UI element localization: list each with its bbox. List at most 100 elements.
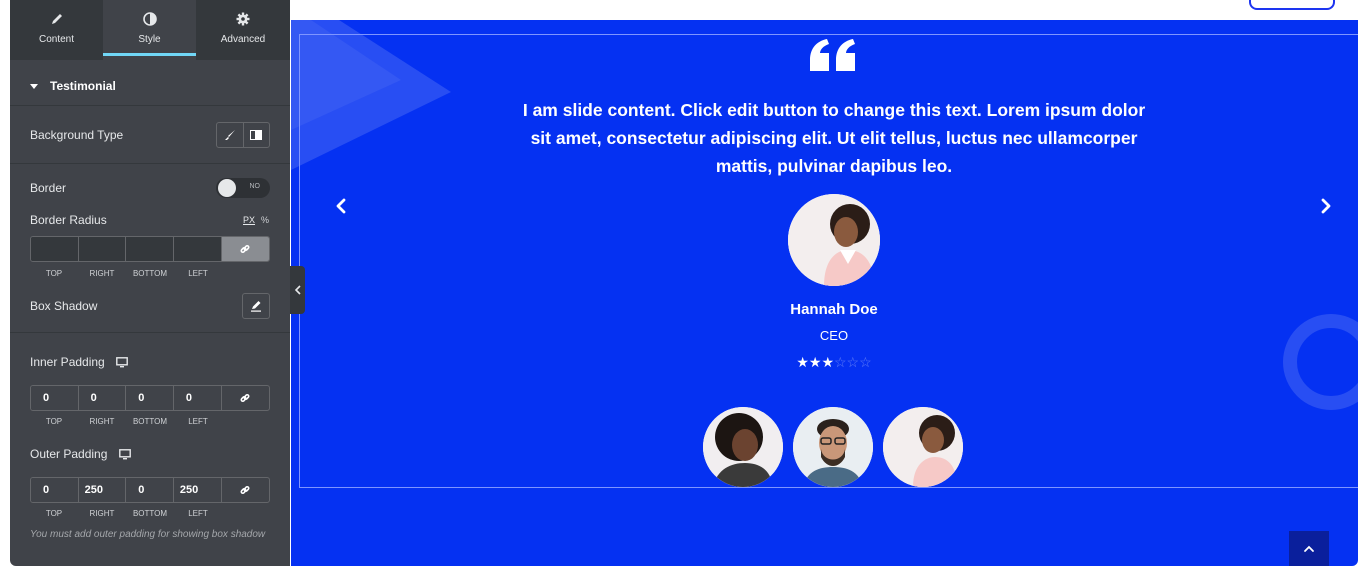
dim-label-top: TOP bbox=[45, 417, 63, 426]
desktop-icon[interactable] bbox=[118, 449, 131, 460]
scroll-to-top-button[interactable] bbox=[1289, 531, 1329, 566]
inner-padding-fields: 0 0 0 0 bbox=[30, 385, 270, 411]
inner-padding-right-input[interactable]: 0 bbox=[78, 386, 127, 410]
tab-separator bbox=[10, 60, 290, 68]
unit-percent[interactable]: % bbox=[261, 215, 269, 225]
border-radius-left-input[interactable] bbox=[173, 237, 222, 261]
thumbnail-photo bbox=[793, 407, 873, 487]
next-slide-button[interactable] bbox=[1316, 196, 1336, 216]
toggle-text: NO bbox=[249, 183, 261, 190]
dim-label-top: TOP bbox=[45, 269, 63, 278]
link-icon bbox=[240, 393, 250, 403]
pencil-icon bbox=[51, 14, 62, 24]
chevron-left-icon bbox=[294, 285, 301, 295]
border-radius-top-input[interactable] bbox=[31, 237, 79, 261]
prev-slide-button[interactable] bbox=[331, 196, 351, 216]
toggle-knob bbox=[218, 179, 236, 197]
outer-padding-label: Outer Padding bbox=[30, 447, 131, 461]
border-radius-label: Border Radius bbox=[30, 213, 107, 227]
tab-content[interactable]: Content bbox=[10, 0, 103, 60]
background-type-choices bbox=[216, 122, 270, 148]
divider bbox=[10, 332, 290, 333]
outer-padding-note: You must add outer padding for showing b… bbox=[30, 529, 266, 540]
background-type-label: Background Type bbox=[30, 128, 124, 142]
half-circle-icon bbox=[142, 12, 157, 26]
panel-collapse-button[interactable] bbox=[290, 266, 305, 314]
dim-label-left: LEFT bbox=[188, 417, 208, 426]
background-classic-button[interactable] bbox=[217, 123, 243, 147]
dim-label-left: LEFT bbox=[188, 509, 208, 518]
tab-advanced-label: Advanced bbox=[220, 34, 266, 45]
section-toggle-testimonial[interactable]: Testimonial bbox=[10, 68, 290, 106]
dim-label-bottom: BOTTOM bbox=[132, 269, 168, 278]
dim-label-bottom: BOTTOM bbox=[132, 417, 168, 426]
chevron-right-icon bbox=[1321, 198, 1331, 214]
author-name: Hannah Doe bbox=[790, 301, 878, 318]
border-label: Border bbox=[30, 181, 67, 195]
unit-px[interactable]: PX bbox=[243, 215, 255, 225]
dim-label-bottom: BOTTOM bbox=[132, 509, 168, 518]
thumbnail-1[interactable] bbox=[703, 407, 783, 487]
thumbnail-photo bbox=[883, 407, 963, 487]
link-icon bbox=[240, 485, 250, 495]
gear-icon bbox=[236, 12, 250, 26]
thumbnail-photo bbox=[703, 407, 783, 487]
tab-style-label: Style bbox=[138, 34, 161, 45]
thumbnail-2[interactable] bbox=[793, 407, 873, 487]
avatar-photo bbox=[788, 194, 880, 286]
header-button-outline[interactable] bbox=[1249, 0, 1335, 10]
outer-padding-text: Outer Padding bbox=[30, 447, 108, 461]
inner-padding-label: Inner Padding bbox=[30, 355, 128, 369]
link-icon bbox=[240, 244, 250, 254]
link-values-button[interactable] bbox=[222, 478, 270, 502]
thumbnail-nav bbox=[703, 407, 965, 487]
outer-padding-right-input[interactable]: 250 bbox=[78, 478, 127, 502]
divider bbox=[10, 163, 290, 164]
dim-label-right: RIGHT bbox=[89, 269, 115, 278]
border-radius-right-input[interactable] bbox=[78, 237, 127, 261]
border-radius-dim-labels: TOP RIGHT BOTTOM LEFT bbox=[30, 269, 222, 278]
tab-advanced[interactable]: Advanced bbox=[196, 0, 290, 60]
background-gradient-button[interactable] bbox=[242, 123, 270, 147]
preview-area: I am slide content. Click edit button to… bbox=[291, 0, 1368, 576]
stars-filled: ★★★ bbox=[796, 354, 834, 370]
tab-style[interactable]: Style bbox=[103, 0, 196, 60]
caret-down-icon bbox=[30, 84, 38, 89]
testimonial-slider: I am slide content. Click edit button to… bbox=[291, 20, 1358, 566]
outer-padding-top-input[interactable]: 0 bbox=[31, 478, 79, 502]
border-radius-bottom-input[interactable] bbox=[126, 237, 174, 261]
box-shadow-edit-button[interactable] bbox=[242, 293, 270, 319]
testimonial-content: I am slide content. Click edit button to… bbox=[522, 100, 1146, 176]
dim-label-right: RIGHT bbox=[89, 509, 115, 518]
dim-label-left: LEFT bbox=[188, 269, 208, 278]
thumbnail-3[interactable] bbox=[883, 407, 963, 487]
inner-padding-dim-labels: TOP RIGHT BOTTOM LEFT bbox=[30, 417, 222, 426]
stars-empty: ☆☆☆ bbox=[834, 354, 872, 370]
outer-padding-bottom-input[interactable]: 0 bbox=[126, 478, 174, 502]
active-tab-indicator bbox=[103, 53, 196, 56]
inner-padding-bottom-input[interactable]: 0 bbox=[126, 386, 174, 410]
avatar bbox=[788, 194, 880, 286]
chevron-up-icon bbox=[1304, 545, 1314, 552]
link-values-button[interactable] bbox=[221, 237, 269, 261]
author-role: CEO bbox=[819, 328, 849, 343]
dim-label-right: RIGHT bbox=[89, 417, 115, 426]
link-values-button[interactable] bbox=[222, 386, 269, 410]
outer-padding-fields: 0 250 0 250 bbox=[30, 477, 270, 503]
preview-top-bar bbox=[291, 0, 1368, 20]
brush-icon bbox=[224, 130, 235, 140]
chevron-left-icon bbox=[336, 198, 346, 214]
inner-padding-text: Inner Padding bbox=[30, 355, 105, 369]
outer-padding-dim-labels: TOP RIGHT BOTTOM LEFT bbox=[30, 509, 222, 518]
quote-icon bbox=[810, 39, 855, 71]
star-rating: ★★★☆☆☆ bbox=[734, 354, 934, 371]
inner-padding-top-input[interactable]: 0 bbox=[31, 386, 79, 410]
border-toggle[interactable]: NO bbox=[216, 178, 270, 198]
desktop-icon[interactable] bbox=[116, 357, 128, 368]
pencil-edit-icon bbox=[251, 301, 261, 312]
inner-padding-left-input[interactable]: 0 bbox=[173, 386, 222, 410]
box-shadow-label: Box Shadow bbox=[30, 299, 98, 313]
outer-padding-left-input[interactable]: 250 bbox=[173, 478, 222, 502]
panel-tabs: Content Style Advanced bbox=[10, 0, 290, 60]
border-radius-fields bbox=[30, 236, 270, 262]
